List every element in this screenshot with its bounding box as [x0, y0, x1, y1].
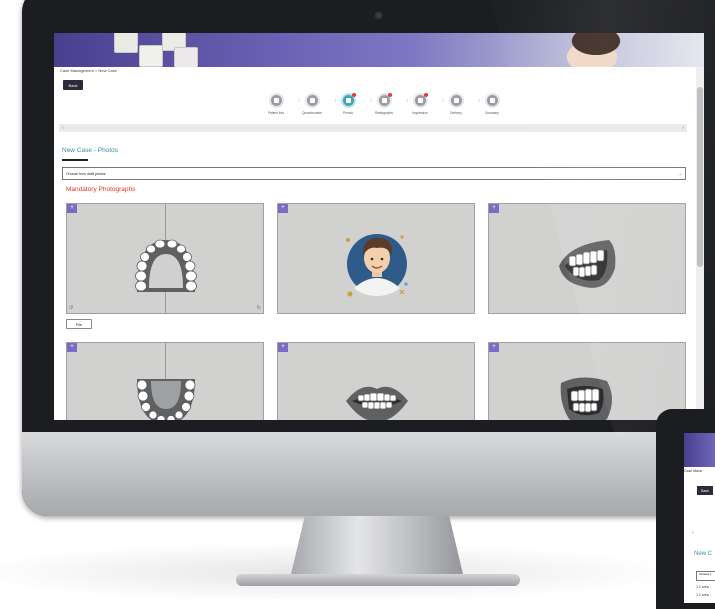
questionnaire-icon — [306, 95, 318, 106]
patient-info-icon — [270, 95, 282, 106]
tablet-header-banner — [684, 433, 715, 467]
front-teeth-icon — [346, 386, 408, 420]
tablet-list-item: 1.1 crea — [696, 593, 709, 597]
photo-slot-upper-occlusal[interactable]: + ↺ ↻ — [66, 203, 264, 314]
photo-slot-portrait[interactable]: + — [277, 203, 475, 314]
step-label: Photos — [343, 111, 353, 115]
step-questionnaire[interactable]: Questionnaire › — [292, 95, 336, 115]
scroll-left-icon[interactable]: ‹ — [692, 530, 694, 536]
cube-image — [114, 33, 138, 53]
step-photos[interactable]: Photos › — [328, 93, 372, 115]
alert-dot — [423, 93, 428, 97]
lower-arch-icon — [136, 379, 196, 420]
monitor-chin — [22, 432, 715, 516]
step-label: Patient Info — [267, 111, 285, 115]
step-summary[interactable]: Summary — [472, 95, 512, 115]
monitor-stand — [289, 516, 465, 580]
horizontal-scrollbar[interactable]: ‹ › — [59, 124, 687, 132]
cube-image — [174, 47, 198, 67]
banner-person-image — [548, 33, 628, 67]
tablet-list-item: 1.1 crea — [696, 585, 709, 589]
back-button[interactable]: Back — [63, 80, 83, 90]
tablet-screen: Case Mana Back ‹ New C Choose f 1.1 crea… — [684, 433, 715, 603]
tablet-page-title: New C — [694, 551, 713, 557]
tablet-breadcrumb: Case Mana — [684, 469, 702, 473]
alert-dot — [387, 93, 392, 97]
step-radiographs[interactable]: Radiographs › — [364, 93, 408, 115]
breadcrumb: Case Management > New Case — [60, 68, 117, 73]
delivery-icon — [450, 95, 462, 106]
step-label: Summary — [485, 111, 499, 115]
tablet-back-button[interactable]: Back — [697, 486, 713, 495]
draft-photos-select[interactable]: Choose from draft photos ⌄ — [62, 167, 686, 180]
monitor-screen: Case Management > New Case Back Patient … — [54, 33, 704, 420]
tablet-draft-select[interactable]: Choose f — [696, 571, 715, 581]
step-label: Questionnaire — [302, 111, 322, 115]
photo-slot-lower-occlusal[interactable]: + — [66, 342, 264, 420]
page-title: New Case - Photos — [62, 147, 118, 154]
step-label: Radiographs — [374, 111, 394, 115]
step-patient-info[interactable]: Patient Info › — [256, 95, 300, 115]
chevron-down-icon: ⌄ — [678, 171, 682, 176]
file-button[interactable]: File — [66, 319, 92, 329]
radiographs-icon — [378, 93, 392, 106]
photo-slot-side-bite[interactable]: + — [488, 342, 686, 420]
alert-dot — [351, 93, 356, 97]
scrollbar-thumb[interactable] — [697, 87, 703, 267]
rotate-left-icon[interactable]: ↺ — [69, 305, 73, 311]
photos-icon — [342, 93, 356, 106]
cube-image — [139, 45, 163, 67]
webcam — [374, 11, 383, 20]
photo-slot-front-teeth[interactable]: + — [277, 342, 475, 420]
rotate-right-icon[interactable]: ↻ — [257, 305, 261, 311]
draft-select-value: Choose from draft photos — [66, 171, 106, 176]
header-banner — [54, 33, 704, 67]
side-bite-icon — [560, 377, 612, 420]
portrait-avatar-icon — [346, 234, 408, 297]
step-delivery[interactable]: Delivery › — [436, 95, 480, 115]
vertical-scrollbar[interactable] — [696, 67, 704, 420]
scroll-left-icon[interactable]: ‹ — [62, 124, 64, 132]
step-label: Impression — [412, 111, 428, 115]
smile-teeth-icon — [559, 240, 616, 288]
upper-arch-icon — [135, 239, 197, 292]
step-label: Delivery — [450, 111, 462, 115]
step-impression[interactable]: Impression › — [400, 93, 444, 115]
photo-slot-smile[interactable]: + — [488, 203, 686, 314]
mandatory-photographs-heading: Mandatory Photographs — [66, 186, 136, 193]
impression-icon — [414, 93, 428, 106]
summary-icon — [486, 95, 498, 106]
scroll-right-icon[interactable]: › — [682, 124, 684, 132]
progress-stepper: Patient Info › Questionnaire › Photos › … — [256, 93, 506, 121]
title-underline — [62, 159, 88, 161]
monitor-stand-base — [236, 574, 520, 586]
